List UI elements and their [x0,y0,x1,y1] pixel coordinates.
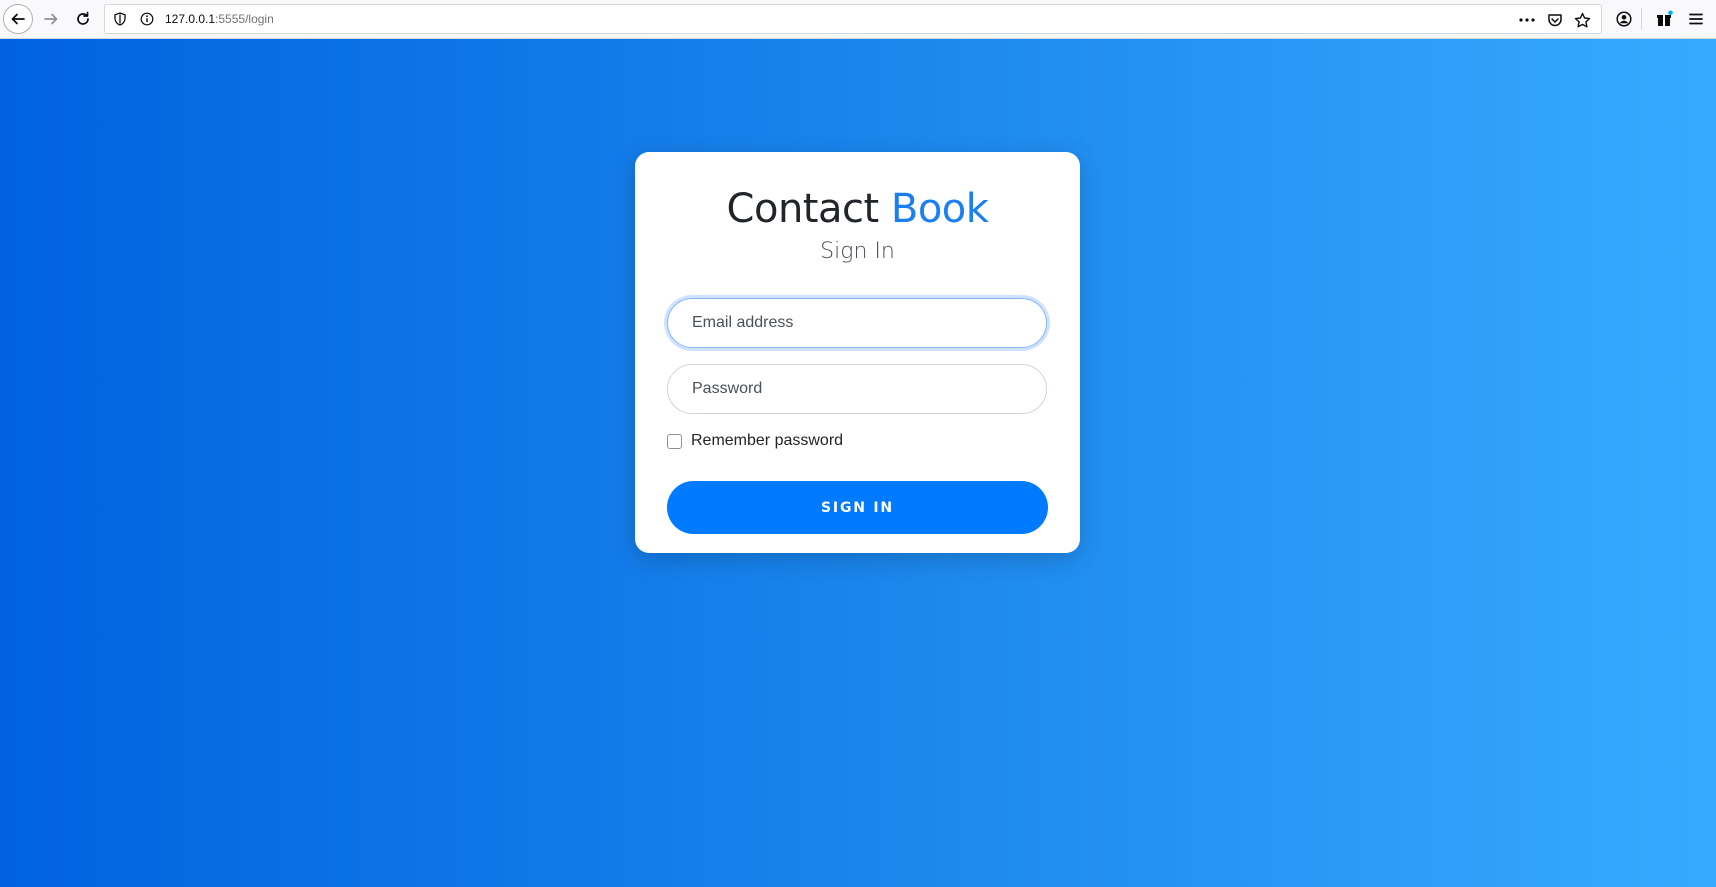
title-main: Contact [726,186,880,232]
signin-button[interactable]: SIGN IN [667,481,1048,534]
page-subtitle: Sign In [820,239,895,264]
pocket-icon[interactable] [1546,11,1564,29]
reload-icon [77,11,89,25]
back-button[interactable] [3,4,33,34]
shield-icon[interactable] [112,11,128,27]
remember-checkbox[interactable] [667,433,682,449]
forward-arrow-icon [44,13,58,25]
login-card: Contact Book Sign In Remember password S… [635,152,1080,553]
toolbar-divider [1641,8,1642,30]
remember-label[interactable]: Remember password [691,432,843,450]
more-icon[interactable] [1518,11,1536,29]
email-field[interactable] [667,298,1047,348]
remember-row[interactable]: Remember password [667,432,843,450]
password-field[interactable] [667,364,1047,414]
menu-icon[interactable] [1686,9,1706,29]
url-host: 127.0.0.1 [165,12,216,26]
gift-icon[interactable] [1655,9,1675,29]
forward-button[interactable] [36,4,66,34]
page-title: Contact Book [635,186,1080,232]
reload-button[interactable] [68,4,98,34]
back-arrow-icon [11,13,25,25]
login-page-background: Contact Book Sign In Remember password S… [0,39,1716,887]
star-icon[interactable] [1573,11,1591,29]
browser-toolbar: 127.0.0.1:5555/login [0,0,1716,39]
account-icon[interactable] [1614,9,1634,29]
title-accent: Book [890,186,989,232]
url-text[interactable]: 127.0.0.1:5555/login [165,12,274,26]
url-path: :5555/login [215,12,274,26]
url-bar[interactable]: 127.0.0.1:5555/login [104,4,1602,34]
info-icon[interactable] [139,11,155,27]
